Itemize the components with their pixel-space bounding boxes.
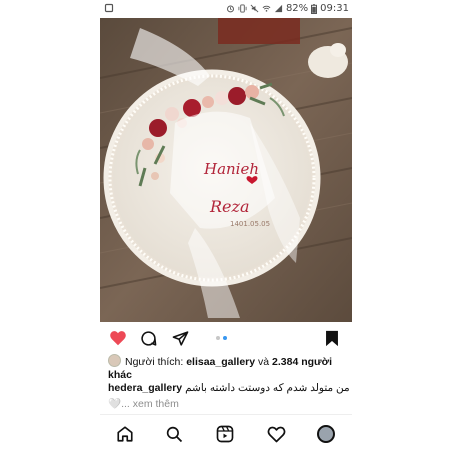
embroidery-hoop-image: Hanieh Reza 1401.05.05 xyxy=(100,18,352,322)
embroidered-name-2: Reza xyxy=(209,197,249,216)
signal-icon xyxy=(274,4,283,13)
battery-percentage: 82% xyxy=(285,3,309,14)
notification-icon xyxy=(104,3,114,13)
nav-search[interactable] xyxy=(163,423,185,445)
home-icon xyxy=(117,426,133,442)
bookmark-icon xyxy=(326,330,338,346)
wifi-icon xyxy=(262,5,271,12)
profile-avatar-icon xyxy=(317,425,335,443)
clock: 09:31 xyxy=(320,3,349,14)
caption-username[interactable]: hedera_gallery xyxy=(108,382,182,394)
mute-icon xyxy=(250,4,259,13)
post-action-bar xyxy=(100,328,352,350)
battery-icon xyxy=(311,3,318,14)
embroidered-name-1: Hanieh xyxy=(203,160,259,178)
search-icon xyxy=(166,426,183,443)
liker-avatar xyxy=(108,354,121,367)
nav-profile[interactable] xyxy=(315,423,337,445)
heart-filled-icon xyxy=(110,331,126,346)
post-photo[interactable]: Hanieh Reza 1401.05.05 xyxy=(100,18,352,322)
heart-outline-icon xyxy=(267,426,285,442)
bottom-navigation xyxy=(100,414,352,450)
vibrate-icon xyxy=(238,4,247,13)
liker-username[interactable]: elisaa_gallery xyxy=(186,356,255,368)
post-caption: hedera_gallery من متولد شدم که دوستت داش… xyxy=(108,382,350,395)
comment-button[interactable] xyxy=(138,328,158,348)
nav-activity[interactable] xyxy=(265,423,287,445)
nav-reels[interactable] xyxy=(214,423,236,445)
embroidered-date: 1401.05.05 xyxy=(230,220,270,228)
comment-icon xyxy=(140,330,156,346)
alarm-icon xyxy=(226,5,234,13)
likes-prefix: Người thích: xyxy=(125,356,184,368)
status-bar: 82% 09:31 xyxy=(100,0,352,18)
likes-conjunction: và xyxy=(258,356,270,368)
likes-summary[interactable]: Người thích: elisaa_gallery và 2.384 ngư… xyxy=(108,354,348,382)
like-button[interactable] xyxy=(108,328,128,348)
send-icon xyxy=(172,330,188,346)
carousel-dot xyxy=(216,336,220,340)
carousel-dot-active xyxy=(223,336,227,340)
instagram-app: 82% 09:31 Hanieh Reza 1401.05.05 Người t… xyxy=(100,0,352,450)
save-button[interactable] xyxy=(322,328,342,348)
caption-text: من متولد شدم که دوستت داشته باشم... xyxy=(185,382,350,394)
share-button[interactable] xyxy=(170,328,190,348)
see-more-link[interactable]: 🤍... xem thêm xyxy=(108,397,179,410)
nav-home[interactable] xyxy=(114,423,136,445)
reels-icon xyxy=(216,425,234,443)
carousel-indicator xyxy=(216,336,227,340)
